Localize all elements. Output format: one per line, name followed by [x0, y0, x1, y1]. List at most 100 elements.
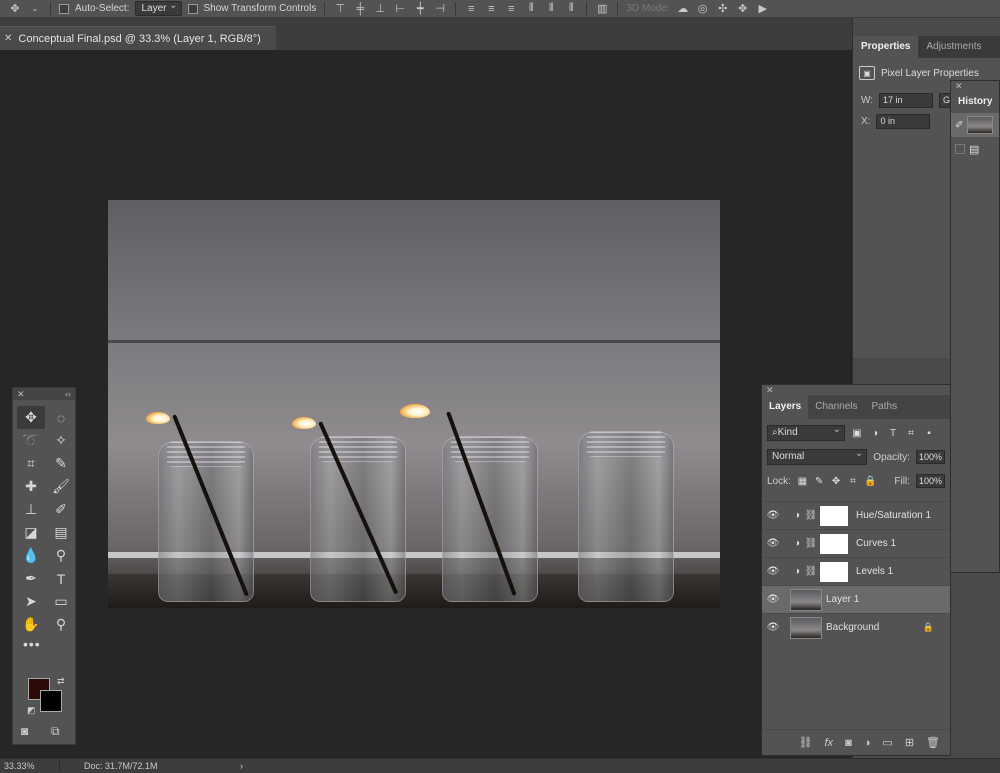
healing-brush-icon[interactable]: ✚ — [17, 475, 45, 498]
layer-row[interactable]: 👁 ◑ ⛓ Curves 1 — [762, 529, 950, 557]
visibility-eye-icon[interactable]: 👁 — [762, 594, 784, 605]
distribute-bottom-icon[interactable]: ≡ — [504, 3, 518, 15]
tools-panel-header[interactable]: ✕ ‹‹ — [13, 388, 75, 400]
align-hcenter-icon[interactable]: ┿ — [413, 2, 427, 15]
3d-orbit-icon[interactable]: ☁ — [676, 2, 690, 15]
lock-position-icon[interactable]: ✥ — [831, 476, 842, 487]
crop-icon[interactable]: ⌗ — [17, 452, 45, 475]
brush-icon[interactable]: 🖌 — [47, 475, 75, 498]
document-tab[interactable]: ✕ Conceptual Final.psd @ 33.3% (Layer 1,… — [0, 26, 276, 50]
align-bottom-icon[interactable]: ⊥ — [373, 2, 387, 15]
zoom-level[interactable]: 33.33% — [0, 761, 60, 771]
quick-mask-icon[interactable]: ◙ — [21, 724, 28, 738]
eyedropper-icon[interactable]: ✎ — [47, 452, 75, 475]
close-icon[interactable]: ✕ — [4, 33, 12, 44]
rectangle-icon[interactable]: ▭ — [47, 590, 75, 613]
align-right-icon[interactable]: ⊣ — [433, 2, 447, 15]
default-colors-icon[interactable]: ◩ — [27, 705, 36, 716]
screen-mode-icon[interactable]: ⧉ — [51, 724, 60, 739]
show-transform-checkbox[interactable] — [187, 3, 198, 14]
lock-artboard-icon[interactable]: ⌗ — [848, 476, 859, 487]
filter-smart-object-icon[interactable]: ▪ — [923, 428, 935, 439]
x-field[interactable]: 0 in — [876, 114, 931, 129]
layer-mask-thumbnail[interactable] — [820, 561, 848, 582]
new-group-icon[interactable]: ▭ — [882, 736, 892, 749]
distribute-right-icon[interactable]: ⦀ — [564, 2, 578, 15]
filter-shape-icon[interactable]: ⌗ — [905, 428, 917, 439]
auto-select-dropdown[interactable]: Layer — [135, 0, 182, 16]
distribute-top-icon[interactable]: ≡ — [464, 3, 478, 15]
document-image[interactable] — [108, 200, 720, 608]
path-selection-icon[interactable]: ➤ — [17, 590, 45, 613]
lock-transparency-icon[interactable]: ▦ — [797, 476, 808, 487]
hand-icon[interactable]: ✋ — [17, 613, 45, 636]
distribute-left-icon[interactable]: ⦀ — [524, 2, 538, 15]
blur-icon[interactable]: 💧 — [17, 544, 45, 567]
clone-stamp-icon[interactable]: ⊥ — [17, 498, 45, 521]
visibility-eye-icon[interactable]: 👁 — [762, 538, 784, 549]
lock-icon[interactable]: 🔒 — [923, 622, 934, 633]
auto-select-checkbox[interactable] — [59, 3, 69, 14]
3d-roll-icon[interactable]: ◎ — [696, 2, 710, 15]
filter-pixel-icon[interactable]: ▣ — [851, 428, 863, 439]
chevron-down-icon[interactable]: ⌄ — [28, 4, 42, 13]
layer-row[interactable]: 👁 Background 🔒 — [762, 613, 950, 641]
more-tools-icon[interactable]: ••• — [13, 636, 75, 658]
distribute-hcenter-icon[interactable]: ⦀ — [544, 2, 558, 15]
layer-row[interactable]: 👁 ◑ ⛓ Hue/Saturation 1 — [762, 501, 950, 529]
align-top-icon[interactable]: ⊤ — [333, 2, 347, 15]
lock-pixels-icon[interactable]: ✎ — [814, 476, 825, 487]
opacity-field[interactable]: 100% — [915, 450, 945, 464]
chevron-right-icon[interactable]: › — [240, 761, 243, 771]
zoom-icon[interactable]: ⚲ — [47, 613, 75, 636]
filter-adjustment-icon[interactable]: ◑ — [869, 428, 881, 439]
close-icon[interactable]: ✕ — [951, 81, 999, 91]
visibility-eye-icon[interactable]: 👁 — [762, 510, 784, 521]
layer-mask-thumbnail[interactable] — [820, 533, 848, 554]
link-mask-icon[interactable]: ⛓ — [804, 538, 818, 549]
filter-kind-dropdown[interactable]: ⌕Kind — [767, 423, 845, 441]
swap-colors-icon[interactable]: ⇄ — [57, 676, 65, 687]
canvas-area[interactable] — [0, 50, 852, 758]
layer-row[interactable]: 👁 ◑ ⛓ Levels 1 — [762, 557, 950, 585]
eraser-icon[interactable]: ◪ — [17, 521, 45, 544]
history-brush-icon[interactable]: ✐ — [47, 498, 75, 521]
align-vcenter-icon[interactable]: ╪ — [353, 3, 367, 15]
visibility-eye-icon[interactable]: 👁 — [762, 622, 784, 633]
dodge-icon[interactable]: ⚲ — [47, 544, 75, 567]
history-brush-source-icon[interactable]: ✐ — [955, 120, 963, 131]
align-left-icon[interactable]: ⊢ — [393, 2, 407, 15]
history-state[interactable]: ▤ — [951, 137, 999, 161]
link-mask-icon[interactable]: ⛓ — [804, 510, 818, 521]
link-mask-icon[interactable]: ⛓ — [804, 566, 818, 577]
type-icon[interactable]: T — [47, 567, 75, 590]
close-icon[interactable]: ✕ — [17, 389, 25, 400]
auto-align-icon[interactable]: ▥ — [595, 2, 609, 15]
3d-camera-icon[interactable]: ▶ — [756, 2, 770, 15]
filter-type-icon[interactable]: T — [887, 428, 899, 439]
tab-properties[interactable]: Properties — [853, 36, 919, 58]
blend-mode-dropdown[interactable]: Normal — [767, 447, 868, 465]
add-mask-icon[interactable]: ◙ — [845, 737, 852, 749]
history-snapshot[interactable]: ✐ — [951, 113, 999, 137]
pen-icon[interactable]: ✒ — [17, 567, 45, 590]
tab-channels[interactable]: Channels — [808, 395, 864, 419]
close-icon[interactable]: ✕ — [762, 385, 950, 395]
lasso-icon[interactable]: ➰ — [17, 429, 45, 452]
fx-icon[interactable]: fx — [825, 737, 834, 749]
move-tool-icon[interactable]: ✥ — [17, 406, 45, 429]
elliptical-marquee-icon[interactable]: ◌ — [47, 406, 75, 429]
tab-layers[interactable]: Layers — [762, 395, 809, 419]
distribute-vcenter-icon[interactable]: ≡ — [484, 3, 498, 15]
trash-icon[interactable]: 🗑 — [926, 736, 940, 749]
new-layer-icon[interactable]: ⊞ — [905, 736, 914, 749]
move-tool-icon[interactable]: ✥ — [8, 2, 22, 15]
3d-pan-icon[interactable]: ✣ — [716, 2, 730, 15]
background-color-swatch[interactable] — [40, 690, 62, 712]
collapse-icon[interactable]: ‹‹ — [65, 389, 71, 399]
layer-row-selected[interactable]: 👁 Layer 1 — [762, 585, 950, 613]
gradient-icon[interactable]: ▤ — [47, 521, 75, 544]
history-source-checkbox[interactable] — [955, 144, 965, 154]
visibility-eye-icon[interactable]: 👁 — [762, 566, 784, 577]
tab-paths[interactable]: Paths — [865, 395, 905, 419]
